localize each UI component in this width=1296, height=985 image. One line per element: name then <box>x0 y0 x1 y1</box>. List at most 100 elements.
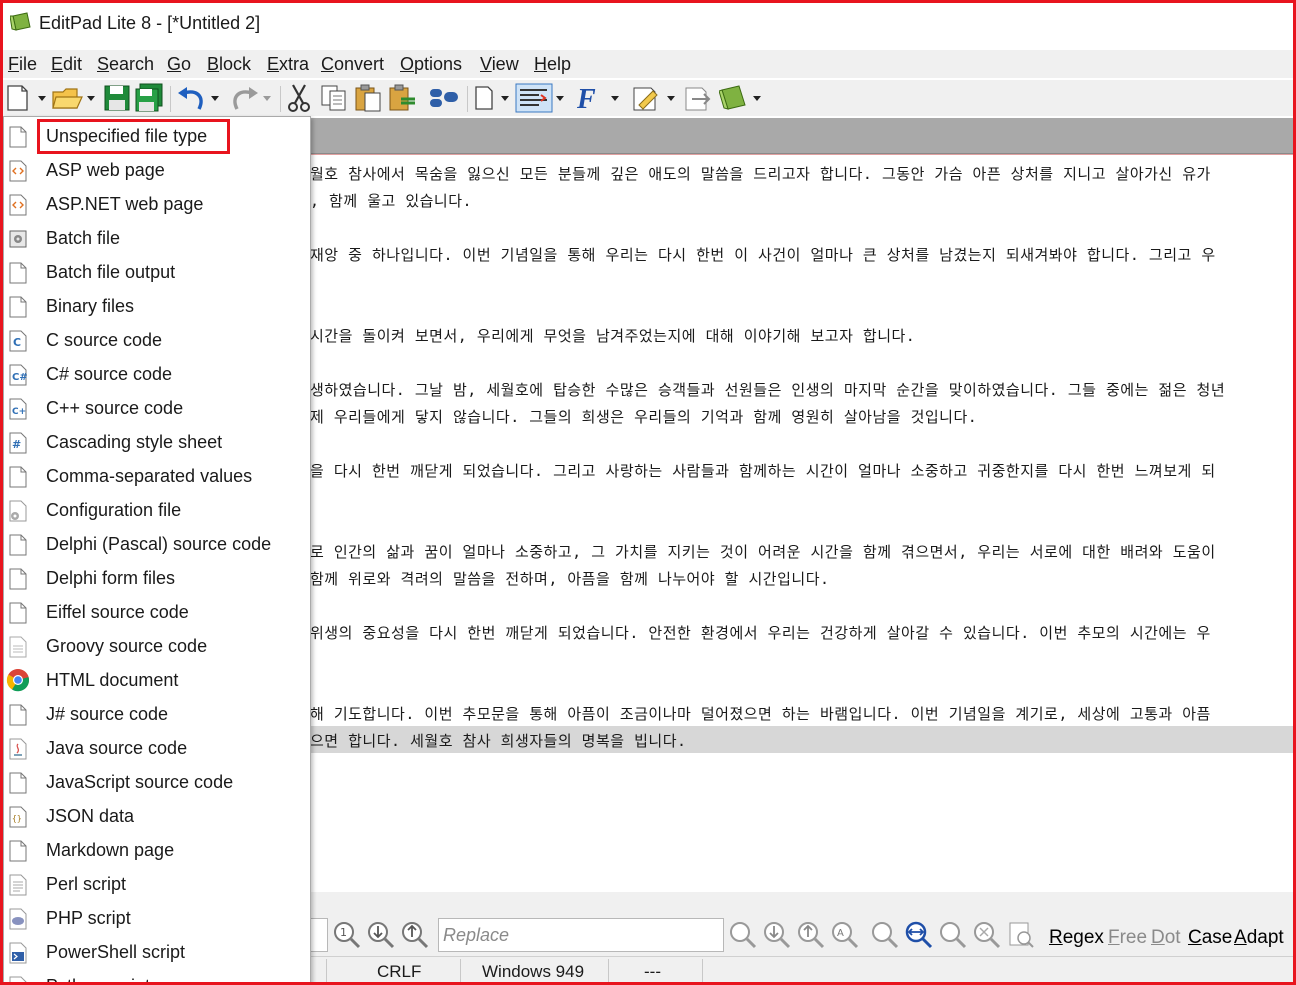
menu-help[interactable]: Help <box>534 54 571 75</box>
macro-icon <box>430 89 458 107</box>
file-type-aspnet[interactable]: ASP.NET web page <box>4 187 310 221</box>
status-bar: CRLF Windows 949 --- <box>310 956 1293 983</box>
file-type-eiffel[interactable]: Eiffel source code <box>4 595 310 629</box>
menu-options[interactable]: Options <box>400 54 462 75</box>
file-type-delphi-form[interactable]: Delphi form files <box>4 561 310 595</box>
redo-button[interactable] <box>227 83 275 113</box>
file-type-java[interactable]: Java source code <box>4 731 310 765</box>
file-type-button[interactable] <box>473 83 513 113</box>
adapt-option[interactable]: Adapt <box>1234 927 1284 949</box>
search-history-icon[interactable] <box>1006 920 1036 950</box>
font-button[interactable]: F <box>575 83 623 113</box>
menu-convert[interactable]: Convert <box>321 54 384 75</box>
undo-button[interactable] <box>175 83 223 113</box>
menu-view[interactable]: View <box>480 54 519 75</box>
file-type-css[interactable]: # Cascading style sheet <box>4 425 310 459</box>
new-file-button[interactable] <box>5 83 49 113</box>
replace-icon[interactable] <box>728 920 758 950</box>
menu-search[interactable]: Search <box>97 54 154 75</box>
save-all-button[interactable] <box>134 83 164 113</box>
file-type-cpp[interactable]: C+ C++ source code <box>4 391 310 425</box>
text-editor[interactable]: 월호 참사에서 목숨을 잃으신 모든 분들께 깊은 애도의 말씀을 드리고자 합… <box>310 154 1293 892</box>
macro-button[interactable] <box>427 83 461 113</box>
clipboard-button[interactable] <box>387 83 417 113</box>
highlight-search-icon[interactable] <box>870 920 900 950</box>
save-button[interactable] <box>103 83 131 113</box>
file-type-html[interactable]: HTML document <box>4 663 310 697</box>
menu-options-label: ptions <box>414 54 463 74</box>
file-type-csharp[interactable]: C# C# source code <box>4 357 310 391</box>
replace-next-icon[interactable] <box>762 920 792 950</box>
regex-option[interactable]: Regex <box>1049 927 1104 949</box>
file-type-perl[interactable]: Perl script <box>4 867 310 901</box>
fold-search-icon[interactable] <box>904 920 934 950</box>
editor-line: 위생의 중요성을 다시 한번 깨닫게 되었습니다. 안전한 환경에서 우리는 건… <box>310 624 1211 642</box>
svg-text:C: C <box>13 336 21 349</box>
file-type-markdown[interactable]: Markdown page <box>4 833 310 867</box>
blank-file-icon <box>9 534 27 556</box>
file-type-label: Markdown page <box>46 840 175 860</box>
asp-file-icon <box>9 160 27 182</box>
status-separator <box>460 959 461 983</box>
search-input[interactable] <box>310 918 328 952</box>
file-type-powershell[interactable]: PowerShell script <box>4 935 310 969</box>
edit-note-button[interactable] <box>631 83 679 113</box>
file-type-binary[interactable]: Binary files <box>4 289 310 323</box>
file-type-javascript[interactable]: JavaScript source code <box>4 765 310 799</box>
copy-button[interactable] <box>319 83 349 113</box>
file-type-batch[interactable]: Batch file <box>4 221 310 255</box>
spellcheck-button[interactable] <box>719 83 765 113</box>
file-type-menu: Unspecified file type ASP web page ASP.N… <box>3 116 311 985</box>
dot-all-option[interactable]: Dot <box>1151 927 1181 949</box>
menu-block[interactable]: Block <box>207 54 251 75</box>
java-file-icon <box>9 738 27 760</box>
menu-edit[interactable]: Edit <box>51 54 82 75</box>
file-type-delphi[interactable]: Delphi (Pascal) source code <box>4 527 310 561</box>
replace-input[interactable]: Replace <box>438 918 724 952</box>
file-type-label: PowerShell script <box>46 942 186 962</box>
zoom-minus-icon[interactable]: 1 <box>332 920 362 950</box>
mark-matches-icon[interactable] <box>972 920 1002 950</box>
file-type-config[interactable]: Configuration file <box>4 493 310 527</box>
export-button[interactable] <box>683 83 713 113</box>
menu-file[interactable]: File <box>8 54 37 75</box>
editor-line: 해 기도합니다. 이번 추모문을 통해 아픔이 조금이나마 덜어졌으면 하는 바… <box>310 705 1211 723</box>
file-type-unspecified[interactable]: Unspecified file type <box>4 119 310 153</box>
find-previous-icon[interactable] <box>400 920 430 950</box>
paste-button[interactable] <box>353 83 383 113</box>
menu-go[interactable]: Go <box>167 54 191 75</box>
file-type-php[interactable]: PHP script <box>4 901 310 935</box>
file-type-asp[interactable]: ASP web page <box>4 153 310 187</box>
file-type-csv[interactable]: Comma-separated values <box>4 459 310 493</box>
editpad-app-icon <box>10 12 31 31</box>
file-type-json[interactable]: {} JSON data <box>4 799 310 833</box>
json-file-icon: {} <box>9 806 27 828</box>
file-type-batch-output[interactable]: Batch file output <box>4 255 310 289</box>
file-type-label: Binary files <box>46 296 135 316</box>
menu-extra[interactable]: Extra <box>267 54 309 75</box>
encoding-status[interactable]: Windows 949 <box>482 962 584 982</box>
file-type-label: Unspecified file type <box>46 126 208 146</box>
document-tab-strip[interactable] <box>310 118 1293 154</box>
replace-previous-icon[interactable] <box>796 920 826 950</box>
replace-all-icon[interactable]: A <box>830 920 860 950</box>
cut-button[interactable] <box>285 83 313 113</box>
file-type-jsharp[interactable]: J# source code <box>4 697 310 731</box>
find-next-icon[interactable] <box>366 920 396 950</box>
free-spacing-option[interactable]: Free <box>1108 927 1147 949</box>
status-extra: --- <box>644 962 661 981</box>
word-wrap-button[interactable] <box>515 83 567 113</box>
case-label: ase <box>1201 927 1233 948</box>
file-type-python[interactable]: Python script <box>4 969 310 984</box>
file-type-c[interactable]: C C source code <box>4 323 310 357</box>
line-ending-status[interactable]: CRLF <box>377 962 421 982</box>
menu-edit-label: dit <box>63 54 83 74</box>
main-toolbar: F <box>3 80 1293 116</box>
file-type-label: C source code <box>46 330 163 350</box>
file-type-groovy[interactable]: Groovy source code <box>4 629 310 663</box>
save-icon <box>104 85 130 111</box>
open-file-button[interactable] <box>51 83 99 113</box>
editor-line: 제 우리들에게 닿지 않습니다. 그들의 희생은 우리들의 기억과 함께 영원히… <box>310 408 978 426</box>
case-option[interactable]: Case <box>1188 927 1232 949</box>
count-matches-icon[interactable] <box>938 920 968 950</box>
